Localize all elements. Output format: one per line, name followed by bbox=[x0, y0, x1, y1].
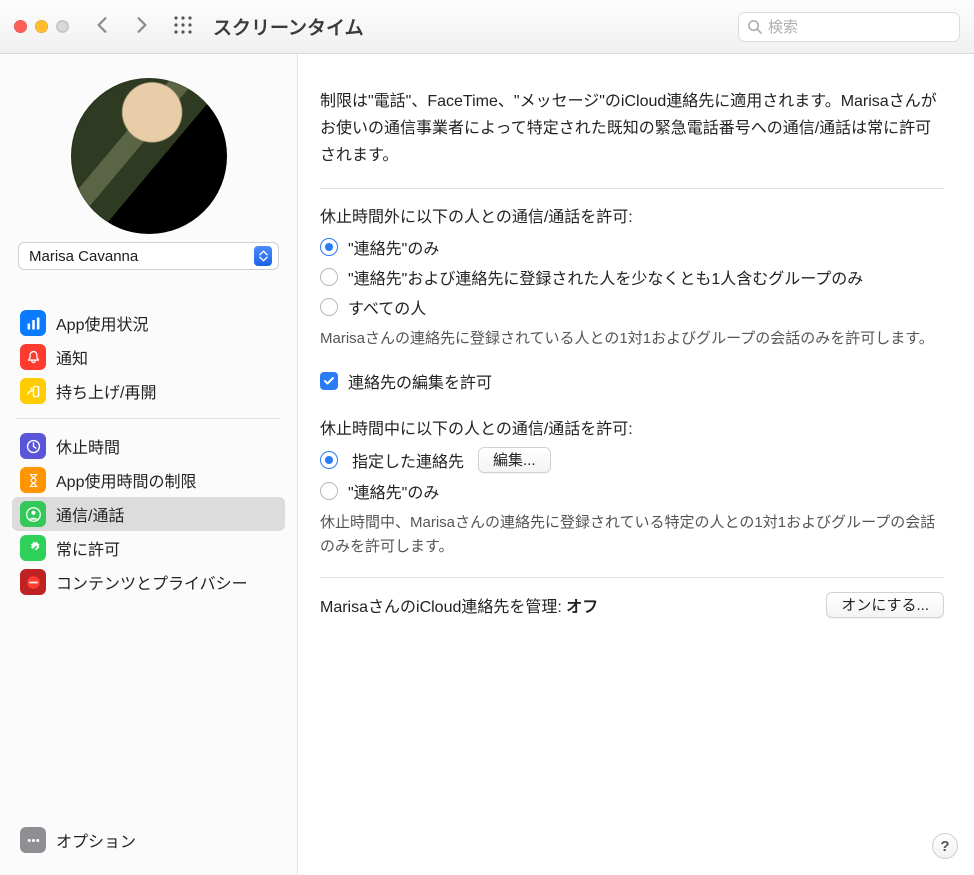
window-controls bbox=[14, 20, 69, 33]
sidebar-item-label: App使用状況 bbox=[56, 311, 148, 335]
radio-icon bbox=[320, 238, 338, 256]
divider bbox=[320, 188, 944, 189]
radio-icon bbox=[320, 451, 338, 469]
sidebar-item-label: 持ち上げ/再開 bbox=[56, 379, 156, 403]
sidebar-item-pickups[interactable]: 持ち上げ/再開 bbox=[12, 374, 285, 408]
main-pane: 制限は"電話"、FaceTime、"メッセージ"のiCloud連絡先に適用されま… bbox=[298, 54, 974, 875]
show-all-button[interactable] bbox=[173, 15, 193, 39]
manage-icloud-label: MarisaさんのiCloud連絡先を管理: オフ bbox=[320, 593, 598, 617]
forward-button[interactable] bbox=[133, 16, 151, 38]
pickup-icon bbox=[20, 378, 46, 404]
user-avatar bbox=[71, 78, 227, 234]
checkbox-icon bbox=[320, 372, 338, 390]
sidebar-item-notifications[interactable]: 通知 bbox=[12, 340, 285, 374]
zoom-window-button[interactable] bbox=[56, 20, 69, 33]
sidebar-item-label: 通知 bbox=[56, 345, 88, 369]
radio-label: 指定した連絡先 bbox=[352, 448, 464, 472]
outside-downtime-note: Marisaさんの連絡先に登録されている人との1対1およびグループの会話のみを許… bbox=[320, 327, 944, 351]
radio-label: すべての人 bbox=[348, 295, 426, 319]
help-button[interactable]: ? bbox=[932, 833, 958, 859]
radio-specific-contacts[interactable]: 指定した連絡先 編集... bbox=[320, 447, 944, 473]
sidebar-item-always-allow[interactable]: 常に許可 bbox=[12, 531, 285, 565]
sidebar-item-label: コンテンツとプライバシー bbox=[56, 570, 248, 594]
search-icon bbox=[747, 19, 762, 34]
sidebar-item-app-usage[interactable]: App使用状況 bbox=[12, 306, 285, 340]
sidebar-item-label: オプション bbox=[56, 828, 136, 852]
nav-buttons bbox=[93, 16, 151, 38]
window-title: スクリーンタイム bbox=[213, 13, 364, 40]
sidebar-item-content-privacy[interactable]: コンテンツとプライバシー bbox=[12, 565, 285, 599]
minimize-window-button[interactable] bbox=[35, 20, 48, 33]
sidebar-item-options[interactable]: オプション bbox=[12, 823, 285, 857]
person-icon bbox=[20, 501, 46, 527]
sidebar-item-label: 通信/通話 bbox=[56, 502, 124, 526]
during-downtime-header: 休止時間中に以下の人との通信/通話を許可: bbox=[320, 415, 944, 439]
check-seal-icon bbox=[20, 535, 46, 561]
user-select[interactable]: Marisa Cavanna bbox=[18, 242, 279, 270]
user-name: Marisa Cavanna bbox=[29, 248, 138, 265]
outside-downtime-header: 休止時間外に以下の人との通信/通話を許可: bbox=[320, 203, 944, 227]
radio-label: "連絡先"のみ bbox=[348, 479, 439, 503]
intro-text: 制限は"電話"、FaceTime、"メッセージ"のiCloud連絡先に適用されま… bbox=[320, 88, 944, 170]
search-placeholder: 検索 bbox=[768, 16, 798, 37]
titlebar: スクリーンタイム 検索 bbox=[0, 0, 974, 54]
radio-icon bbox=[320, 298, 338, 316]
edit-specific-button[interactable]: 編集... bbox=[478, 447, 551, 473]
radio-contacts-groups[interactable]: "連絡先"および連絡先に登録された人を少なくとも1人含むグループのみ bbox=[320, 265, 944, 289]
bell-icon bbox=[20, 344, 46, 370]
clock-icon bbox=[20, 433, 46, 459]
radio-label: "連絡先"および連絡先に登録された人を少なくとも1人含むグループのみ bbox=[348, 265, 863, 289]
during-downtime-note: 休止時間中、Marisaさんの連絡先に登録されている特定の人との1対1およびグル… bbox=[320, 511, 944, 559]
sidebar-divider bbox=[16, 418, 281, 419]
close-window-button[interactable] bbox=[14, 20, 27, 33]
sidebar-item-label: App使用時間の制限 bbox=[56, 468, 196, 492]
sidebar-item-label: 休止時間 bbox=[56, 434, 120, 458]
sidebar: Marisa Cavanna App使用状況 通知 持ち上げ/再開 bbox=[0, 54, 298, 875]
divider bbox=[320, 577, 944, 578]
checkbox-label: 連絡先の編集を許可 bbox=[348, 369, 492, 393]
sidebar-item-label: 常に許可 bbox=[56, 536, 120, 560]
radio-contacts-only[interactable]: "連絡先"のみ bbox=[320, 235, 944, 259]
hourglass-icon bbox=[20, 467, 46, 493]
sidebar-item-downtime[interactable]: 休止時間 bbox=[12, 429, 285, 463]
allow-contact-editing[interactable]: 連絡先の編集を許可 bbox=[320, 369, 944, 393]
sidebar-item-app-limits[interactable]: App使用時間の制限 bbox=[12, 463, 285, 497]
bars-icon bbox=[20, 310, 46, 336]
noentry-icon bbox=[20, 569, 46, 595]
ellipsis-icon bbox=[20, 827, 46, 853]
radio-everyone[interactable]: すべての人 bbox=[320, 295, 944, 319]
radio-label: "連絡先"のみ bbox=[348, 235, 439, 259]
search-field[interactable]: 検索 bbox=[738, 12, 960, 42]
radio-contacts-only-during[interactable]: "連絡先"のみ bbox=[320, 479, 944, 503]
turn-on-button[interactable]: オンにする... bbox=[826, 592, 944, 618]
manage-icloud-contacts-row: MarisaさんのiCloud連絡先を管理: オフ オンにする... bbox=[320, 592, 944, 618]
sidebar-item-communication[interactable]: 通信/通話 bbox=[12, 497, 285, 531]
back-button[interactable] bbox=[93, 16, 111, 38]
updown-icon bbox=[254, 246, 272, 266]
sidebar-list: App使用状況 通知 持ち上げ/再開 休止時間 App使用時間の制限 bbox=[0, 306, 297, 599]
radio-icon bbox=[320, 482, 338, 500]
radio-icon bbox=[320, 268, 338, 286]
